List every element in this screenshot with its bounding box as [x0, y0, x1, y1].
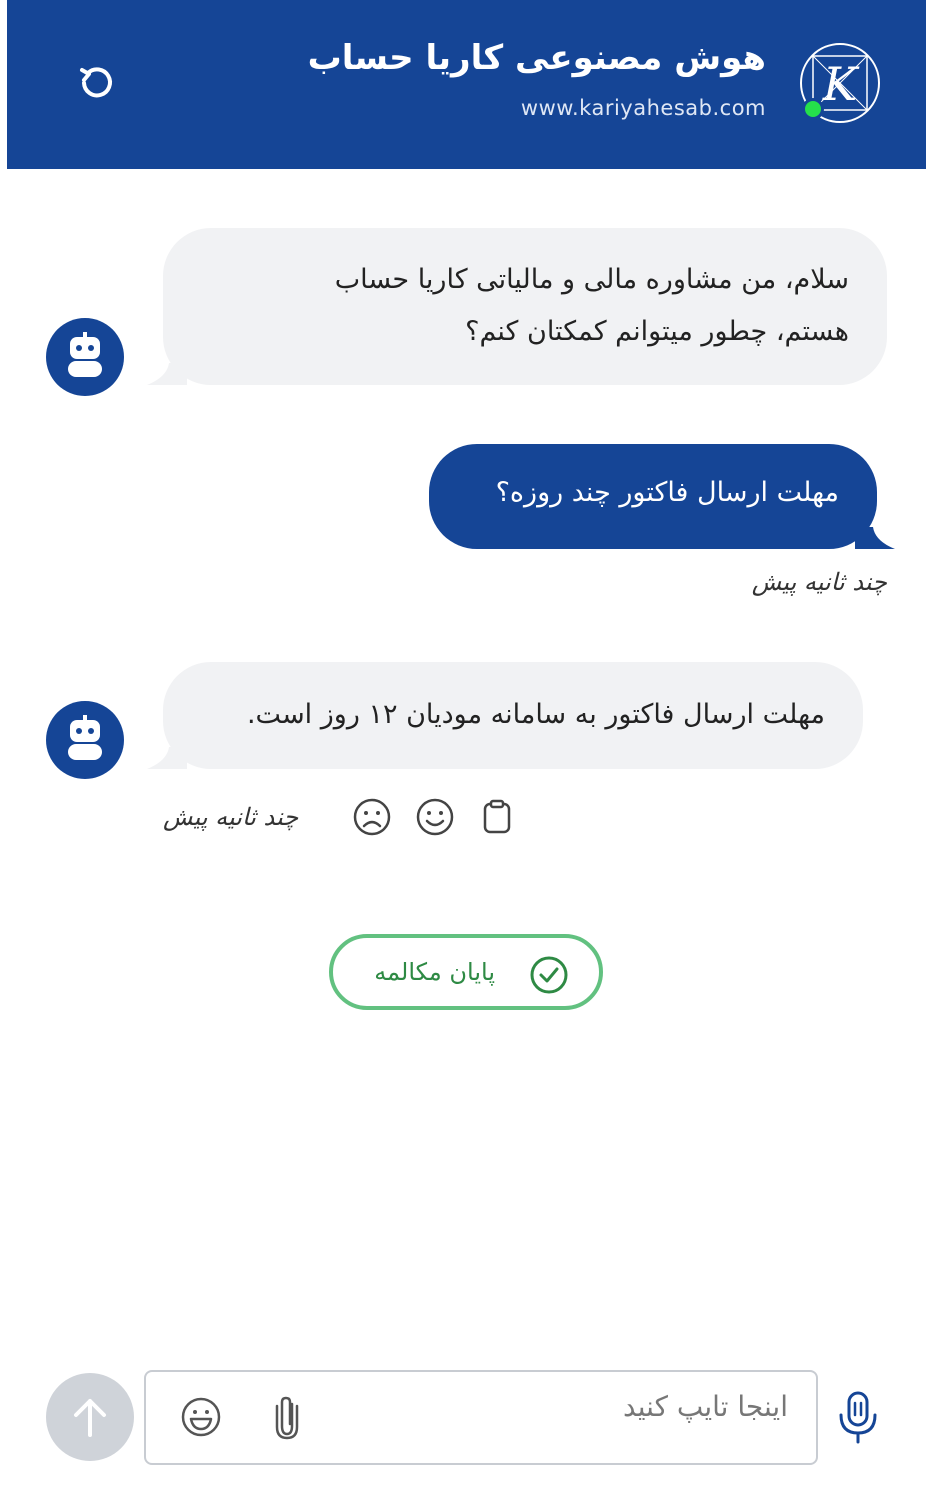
message-line: سلام، من مشاوره مالی و مالیاتی کاریا حسا…	[334, 264, 849, 295]
robot-icon	[68, 715, 102, 760]
robot-icon	[68, 332, 102, 377]
chat-title: هوش مصنوعی کاریا حساب	[307, 38, 766, 78]
smile-face-icon[interactable]	[415, 797, 455, 837]
message-line: هستم، چطور میتوانم کمکتان کنم؟	[465, 316, 849, 347]
send-button[interactable]	[46, 1373, 134, 1461]
end-conversation-label: پایان مکالمه	[374, 958, 495, 986]
chat-header: هوش مصنوعی کاریا حساب www.kariyahesab.co…	[7, 0, 926, 169]
bot-avatar	[46, 701, 124, 779]
check-circle-icon	[530, 956, 568, 994]
microphone-icon[interactable]	[836, 1390, 880, 1444]
message-timestamp: چند ثانیه پیش	[751, 568, 887, 596]
attachment-icon[interactable]	[270, 1394, 304, 1440]
message-text: مهلت ارسال فاکتور به سامانه مودیان ۱۲ رو…	[246, 699, 825, 730]
sad-face-icon[interactable]	[352, 797, 392, 837]
bot-message-bubble: مهلت ارسال فاکتور به سامانه مودیان ۱۲ رو…	[147, 662, 863, 769]
message-timestamp: چند ثانیه پیش	[163, 803, 299, 831]
website-url: www.kariyahesab.com	[520, 96, 766, 120]
bot-avatar	[46, 318, 124, 396]
svg-text:K: K	[822, 57, 860, 111]
input-placeholder: اینجا تایپ کنید	[623, 1390, 788, 1423]
online-status-dot	[802, 98, 824, 120]
message-text: مهلت ارسال فاکتور چند روزه؟	[495, 477, 839, 508]
end-conversation-button[interactable]: پایان مکالمه	[329, 934, 603, 1010]
message-input[interactable]: اینجا تایپ کنید	[144, 1370, 818, 1465]
copy-icon[interactable]	[477, 797, 517, 837]
send-arrow-icon	[74, 1399, 106, 1437]
bot-message-bubble: سلام، من مشاوره مالی و مالیاتی کاریا حسا…	[147, 228, 887, 385]
emoji-icon[interactable]	[180, 1396, 222, 1438]
user-message-bubble: مهلت ارسال فاکتور چند روزه؟	[429, 444, 895, 549]
refresh-icon[interactable]	[71, 58, 121, 108]
